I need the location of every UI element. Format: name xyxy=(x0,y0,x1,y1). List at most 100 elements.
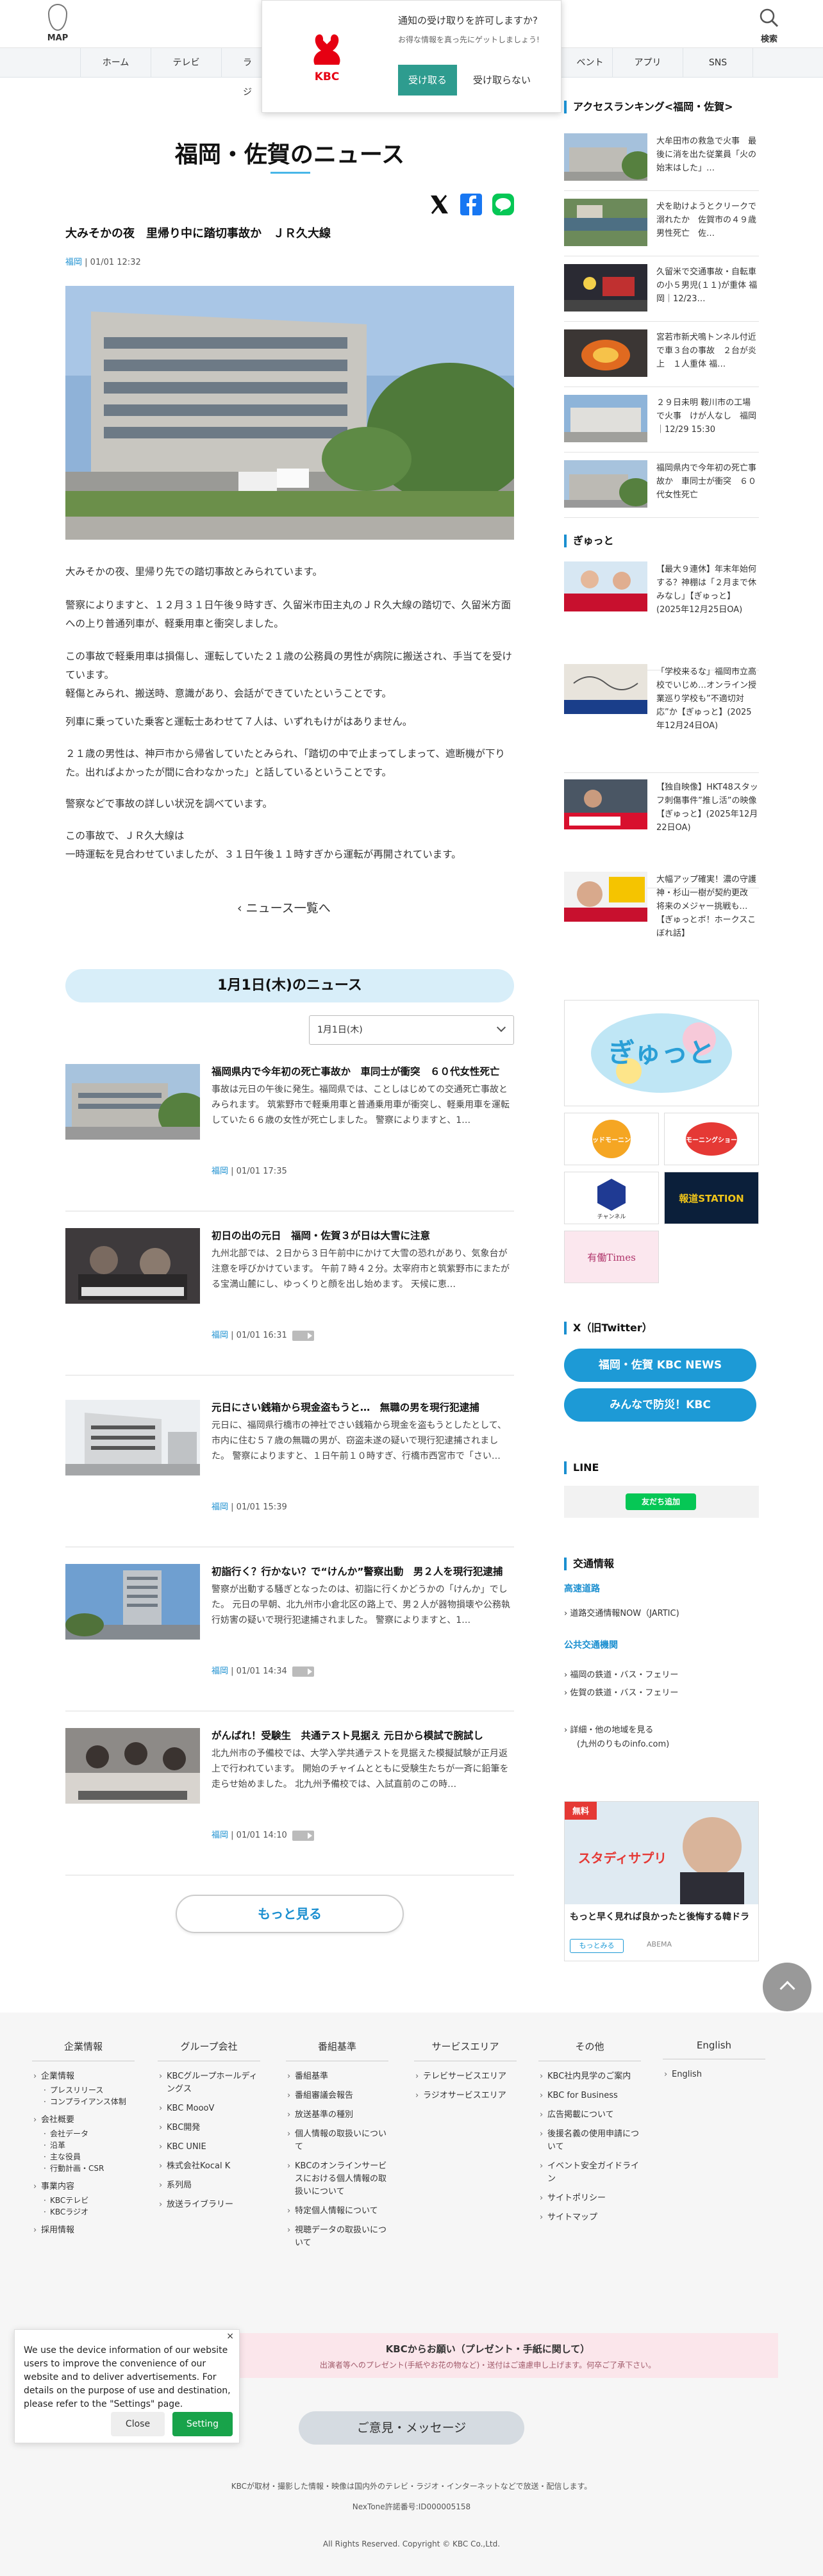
footer-link[interactable]: 放送基準の種別 xyxy=(286,2109,388,2122)
footer-link[interactable]: ラジオサービスエリア xyxy=(414,2090,517,2102)
nav-home[interactable]: ホーム xyxy=(80,48,151,78)
ranking-item[interactable]: 大牟田市の救急で火事 最後に消を出た従業員「火の始末はした」… xyxy=(564,133,759,191)
footer-sublink[interactable]: 沿革 xyxy=(32,2140,135,2151)
footer-link[interactable]: 視聴データの取扱いについて xyxy=(286,2224,388,2250)
news-list-item[interactable]: 初詣行く？行かない？で“けんか”警察出動 男２人を現行犯逮捕 警察が出動する騒ぎ… xyxy=(65,1564,514,1711)
facebook-share-icon[interactable] xyxy=(459,192,483,217)
footer-link[interactable]: 特定個人情報について xyxy=(286,2205,388,2218)
ad-more-button[interactable]: もっとみる xyxy=(570,1939,624,1953)
line-add-friend-button[interactable]: 友だち追加 xyxy=(626,1493,696,1510)
gyutto-banner[interactable]: ぎゅっと xyxy=(564,1000,759,1106)
traffic-public-label[interactable]: 公共交通機関 xyxy=(564,1638,618,1651)
back-to-list-link[interactable]: ‹ ニュース一覧へ xyxy=(237,899,331,916)
footer-link[interactable]: 後援名義の使用申請について xyxy=(538,2128,641,2154)
footer-sublink[interactable]: KBCテレビ xyxy=(32,2195,135,2206)
traffic-highway-label[interactable]: 高速道路 xyxy=(564,1582,600,1595)
footer-sublink[interactable]: KBCラジオ xyxy=(32,2206,135,2218)
search-button[interactable]: 検索 xyxy=(747,6,792,44)
footer-link[interactable]: 株式会社Kocal K xyxy=(158,2160,260,2173)
opinion-message-button[interactable]: ご意見・メッセージ xyxy=(299,2411,524,2445)
footer-link[interactable]: 番組審議会報告 xyxy=(286,2090,388,2102)
article-meta: 福岡 | 01/01 12:32 xyxy=(65,255,141,267)
footer-link[interactable]: 広告掲載について xyxy=(538,2109,641,2122)
traffic-link[interactable]: › 佐賀の鉄道・バス・フェリー xyxy=(564,1686,678,1698)
channel-banner[interactable]: チャンネル xyxy=(564,1172,659,1224)
footer-link[interactable]: KBCグループホールディングス xyxy=(158,2070,260,2096)
svg-text:ウッドモーニング: ウッドモーニング xyxy=(586,1136,637,1144)
x-share-icon[interactable] xyxy=(427,192,451,217)
footer-link[interactable]: 個人情報の取扱いについて xyxy=(286,2128,388,2154)
x-kbc-news-button[interactable]: 福岡・佐賀 KBC NEWS xyxy=(564,1349,756,1382)
footer-link[interactable]: English xyxy=(663,2068,765,2081)
notify-accept-button[interactable]: 受け取る xyxy=(398,65,457,96)
footer-link[interactable]: 会社概要 xyxy=(32,2114,135,2127)
traffic-link-sub[interactable]: (九州のりものinfo.com) xyxy=(564,1737,669,1749)
footer-link[interactable]: サイトマップ xyxy=(538,2211,641,2224)
udou-times-banner[interactable]: 有働Times xyxy=(564,1231,659,1283)
footer-sublink[interactable]: 行動計画・CSR xyxy=(32,2163,135,2174)
traffic-link[interactable]: › 福岡の鉄道・バス・フェリー xyxy=(564,1668,678,1680)
footer-link[interactable]: KBC社内見学のご案内 xyxy=(538,2070,641,2083)
ranking-item[interactable]: 犬を助けようとクリークで溺れたか 佐賀市の４９歳男性死亡 佐… xyxy=(564,199,759,256)
footer-link[interactable]: 番組基準 xyxy=(286,2070,388,2083)
cookie-setting-button[interactable]: Setting xyxy=(172,2412,233,2436)
more-button[interactable]: もっと見る xyxy=(176,1895,404,1933)
houdou-station-banner[interactable]: 報道STATION xyxy=(664,1172,759,1224)
day-select[interactable]: 1月1日(木) xyxy=(309,1015,514,1045)
gyutto-item[interactable]: 大幅アップ確実！濃の守護神・杉山一樹が契約更改 将来のメジャー挑戦も…【ぎゅっと… xyxy=(564,872,759,981)
footer-sublink[interactable]: 会社データ xyxy=(32,2128,135,2140)
scroll-to-top-button[interactable] xyxy=(763,1963,811,2011)
gyutto-item[interactable]: 【最大９連休】年末年始何する？神棚は「２月まで休みなし」【ぎゅっと】(2025年… xyxy=(564,561,759,670)
ranking-item[interactable]: ２９日未明 鞍川市の工場で火事 けが人なし 福岡｜12/29 15:30 xyxy=(564,395,759,453)
footer-link[interactable]: 事業内容 xyxy=(32,2181,135,2193)
close-icon[interactable]: × xyxy=(226,2331,234,2341)
footer-link[interactable]: KBC UNIE xyxy=(158,2141,260,2154)
line-heading: LINE xyxy=(564,1461,599,1474)
title-underline xyxy=(270,172,310,174)
news-excerpt: 警察が出動する騒ぎとなったのは、初詣に行くかどうかの「けんか」でした。 元日の早… xyxy=(212,1584,510,1625)
footer-sublink[interactable]: 主な役員 xyxy=(32,2151,135,2163)
footer-link[interactable]: KBCのオンラインサービスにおける個人情報の取扱いについて xyxy=(286,2160,388,2198)
footer-link[interactable]: KBC開発 xyxy=(158,2122,260,2134)
wood-morning-banner[interactable]: ウッドモーニング xyxy=(564,1113,659,1165)
map-label: MAP xyxy=(47,33,69,43)
footer-link[interactable]: 企業情報 xyxy=(32,2070,135,2083)
map-button[interactable]: MAP xyxy=(35,4,80,43)
news-list-item[interactable]: 元日にさい銭箱から現金盗もうと… 無職の男を現行犯逮捕 元日に、福岡県行橋市の神… xyxy=(65,1400,514,1547)
news-list-item[interactable]: がんばれ！受験生 共通テスト見据え 元日から模試で腕試し 北九州市の予備校では、… xyxy=(65,1728,514,1875)
footer-link[interactable]: 放送ライブラリー xyxy=(158,2198,260,2211)
footer-sublink[interactable]: コンプライアンス体制 xyxy=(32,2096,135,2107)
news-list-item[interactable]: 福岡県内で今年初の死亡事故か 車同士が衝突 ６０代女性死亡 事故は元日の午後に発… xyxy=(65,1064,514,1211)
gyutto-item[interactable]: 「学校来るな」福岡市立高校でいじめ…オンライン授業巡り学校も”不適切対応”か【ぎ… xyxy=(564,664,759,773)
footer-link[interactable]: サイトポリシー xyxy=(538,2192,641,2205)
footer-link[interactable]: KBC for Business xyxy=(538,2090,641,2102)
footer-link[interactable]: 系列局 xyxy=(158,2179,260,2192)
article-paragraph: 列車に乗っていた乗客と運転士あわせて７人は、いずれもけがはありません。 xyxy=(65,716,413,727)
nav-tv[interactable]: テレビ xyxy=(151,48,221,78)
line-share-icon[interactable] xyxy=(491,192,515,217)
footer-sublink[interactable]: プレスリリース xyxy=(32,2084,135,2096)
notify-decline-button[interactable]: 受け取らない xyxy=(466,65,538,96)
footer-link[interactable]: KBC MoooV xyxy=(158,2102,260,2115)
footer-link[interactable]: テレビサービスエリア xyxy=(414,2070,517,2083)
cookie-close-button[interactable]: Close xyxy=(111,2412,165,2436)
ranking-item[interactable]: 福岡県内で今年初の死亡事故か 車同士が衝突 ６０代女性死亡 xyxy=(564,460,759,518)
news-title: 福岡県内で今年初の死亡事故か 車同士が衝突 ６０代女性死亡 xyxy=(212,1066,500,1077)
morning-show-banner[interactable]: モーニングショー xyxy=(664,1113,759,1165)
traffic-link[interactable]: › 道路交通情報NOW（JARTIC) xyxy=(564,1606,679,1618)
ranking-item[interactable]: 宮若市新犬鳴トンネル付近で車３台の事故 ２台が炎上 １人重体 福… xyxy=(564,329,759,387)
ranking-item[interactable]: 久留米で交通事故・自転車の小５男児(１１)が重体 福岡｜12/23… xyxy=(564,264,759,322)
svg-text:ぎゅっと: ぎゅっと xyxy=(608,1037,715,1068)
footer-link[interactable]: イベント安全ガイドライン xyxy=(538,2160,641,2186)
nav-radio[interactable]: ラジ xyxy=(221,48,260,97)
nav-app[interactable]: アプリ xyxy=(612,48,683,78)
request-notice[interactable]: KBCからお願い（プレゼント・手紙に関して） 出演者等へのプレゼント(手紙やお花… xyxy=(197,2333,778,2378)
x-bousai-button[interactable]: みんなで防災！KBC xyxy=(564,1388,756,1422)
advertisement[interactable]: 無料 スタディサプリ もっと早く見れば良かったと後悔する韓ドラ もっとみる ABE… xyxy=(564,1801,759,1961)
news-list-item[interactable]: 初日の出の元日 福岡・佐賀３が日は大雪に注意 九州北部では、２日から３日午前中に… xyxy=(65,1228,514,1375)
article-pref[interactable]: 福岡 xyxy=(65,258,82,267)
footer-link[interactable]: 採用情報 xyxy=(32,2224,135,2237)
news-excerpt: 元日に、福岡県行橋市の神社でさい銭箱から現金を盗もうとしたとして、市内に住む５７… xyxy=(212,1420,507,1461)
traffic-link[interactable]: › 詳細・他の地域を見る xyxy=(564,1723,653,1735)
nav-sns[interactable]: SNS xyxy=(683,48,753,78)
